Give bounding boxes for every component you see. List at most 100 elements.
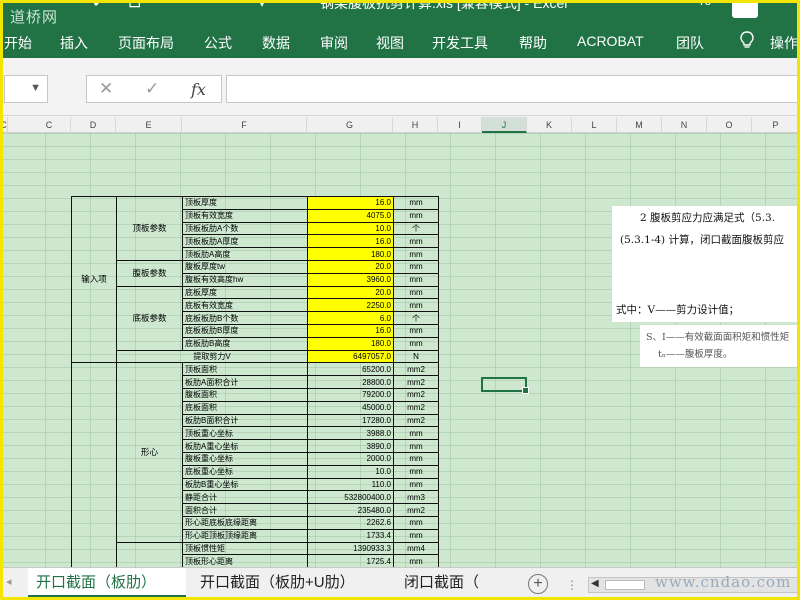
tab-developer[interactable]: 开发工具: [432, 33, 488, 53]
unit-cell[interactable]: mm2: [393, 413, 439, 428]
value-cell[interactable]: 1390933.3: [307, 541, 394, 556]
value-cell[interactable]: 16.0: [307, 234, 394, 249]
item-cell[interactable]: 静距合计: [182, 490, 308, 505]
column-header[interactable]: M: [617, 117, 662, 133]
unit-cell[interactable]: mm2: [393, 503, 439, 517]
item-cell[interactable]: 形心距顶板顶缘距离: [182, 528, 308, 543]
item-cell[interactable]: 腹板有效高度hw: [182, 272, 308, 287]
value-cell[interactable]: 1725.4: [307, 554, 394, 567]
tab-data[interactable]: 数据: [262, 33, 290, 53]
unit-cell[interactable]: mm4: [393, 541, 439, 556]
unit-cell[interactable]: mm2: [393, 387, 439, 402]
value-cell[interactable]: 10.0: [307, 221, 394, 236]
item-cell[interactable]: 顶板有效宽度: [182, 208, 308, 223]
column-header[interactable]: G: [307, 117, 393, 133]
unit-cell[interactable]: mm: [393, 336, 439, 351]
item-cell[interactable]: 底板厚度: [182, 285, 308, 300]
customize-quick-access-icon[interactable]: ▾: [258, 0, 266, 12]
tab-formulas[interactable]: 公式: [204, 33, 232, 53]
unit-cell[interactable]: mm: [393, 323, 439, 338]
tab-home[interactable]: 开始: [4, 33, 32, 53]
item-cell[interactable]: 顶板惯性矩: [182, 541, 308, 556]
unit-cell[interactable]: mm3: [393, 490, 439, 505]
item-cell[interactable]: 提取剪力V: [116, 349, 308, 364]
value-cell[interactable]: 10.0: [307, 464, 394, 479]
confirm-icon[interactable]: ✓: [145, 79, 159, 99]
group-bottom-plate[interactable]: 底板参数: [116, 285, 183, 351]
column-header[interactable]: F: [182, 117, 307, 133]
unit-cell[interactable]: mm2: [393, 400, 439, 415]
column-header[interactable]: E: [116, 117, 182, 133]
item-cell[interactable]: 顶板板肋A厚度: [182, 234, 308, 249]
unit-cell[interactable]: mm: [393, 272, 439, 287]
item-cell[interactable]: 板肋B面积合计: [182, 413, 308, 428]
item-cell[interactable]: 底板面积: [182, 400, 308, 415]
column-header[interactable]: H: [393, 117, 438, 133]
spec-image-formula[interactable]: 2 腹板剪应力应满足式（5.3. (5.3.1-4) 计算，闭口截面腹板剪应 式…: [612, 206, 800, 322]
user-name[interactable]: rc: [700, 0, 711, 8]
item-cell[interactable]: 顶板肋A高度: [182, 247, 308, 261]
item-cell[interactable]: 顶板面积: [182, 362, 308, 377]
value-cell[interactable]: 16.0: [307, 196, 394, 210]
column-header[interactable]: D: [71, 117, 116, 133]
value-cell[interactable]: 3960.0: [307, 272, 394, 287]
column-header[interactable]: I: [438, 117, 482, 133]
item-cell[interactable]: 底板板肋B厚度: [182, 323, 308, 338]
tab-view[interactable]: 视图: [376, 33, 404, 53]
unit-cell[interactable]: 个: [393, 311, 439, 325]
item-cell[interactable]: 面积合计: [182, 503, 308, 517]
column-header[interactable]: N: [662, 117, 707, 133]
value-cell[interactable]: 532800400.0: [307, 490, 394, 505]
value-cell[interactable]: 4075.0: [307, 208, 394, 223]
lightbulb-icon[interactable]: [740, 31, 754, 49]
unit-cell[interactable]: N: [393, 349, 439, 364]
unit-cell[interactable]: mm: [393, 515, 439, 530]
unit-cell[interactable]: mm2: [393, 375, 439, 389]
group-output[interactable]: [71, 362, 117, 567]
tab-acrobat[interactable]: ACROBAT: [577, 33, 644, 49]
group-web[interactable]: 腹板参数: [116, 259, 183, 287]
value-cell[interactable]: 20.0: [307, 285, 394, 300]
splitter-icon[interactable]: ⋮: [566, 578, 578, 592]
column-header[interactable]: K: [527, 117, 572, 133]
unit-cell[interactable]: mm: [393, 208, 439, 223]
sheet-tab-closed-section[interactable]: 闭口截面（: [396, 568, 518, 598]
item-cell[interactable]: 顶板厚度: [182, 196, 308, 210]
group-top-plate[interactable]: 顶板参数: [116, 196, 183, 261]
unit-cell[interactable]: 个: [393, 221, 439, 236]
value-cell[interactable]: 6.0: [307, 311, 394, 325]
column-header[interactable]: O: [707, 117, 752, 133]
group-centroid[interactable]: 形心: [116, 362, 183, 543]
item-cell[interactable]: 底板肋B高度: [182, 336, 308, 351]
column-header[interactable]: L: [572, 117, 617, 133]
preview-icon[interactable]: ⊡: [128, 0, 141, 12]
unit-cell[interactable]: mm2: [393, 362, 439, 377]
scroll-thumb[interactable]: [605, 580, 645, 590]
tab-review[interactable]: 审阅: [320, 33, 348, 53]
unit-cell[interactable]: mm: [393, 426, 439, 441]
unit-cell[interactable]: mm: [393, 234, 439, 249]
unit-cell[interactable]: mm: [393, 259, 439, 274]
avatar[interactable]: [732, 0, 758, 18]
item-cell[interactable]: 板肋A重心坐标: [182, 439, 308, 453]
item-cell[interactable]: 板肋A面积合计: [182, 375, 308, 389]
value-cell[interactable]: 180.0: [307, 247, 394, 261]
tab-help[interactable]: 帮助: [519, 33, 547, 53]
unit-cell[interactable]: mm: [393, 247, 439, 261]
scroll-left-icon[interactable]: ◀: [591, 578, 599, 589]
item-cell[interactable]: 腹板厚度tw: [182, 259, 308, 274]
value-cell[interactable]: 3988.0: [307, 426, 394, 441]
value-cell[interactable]: 2250.0: [307, 298, 394, 313]
value-cell[interactable]: 17280.0: [307, 413, 394, 428]
item-cell[interactable]: 腹板重心坐标: [182, 451, 308, 466]
item-cell[interactable]: 底板有效宽度: [182, 298, 308, 313]
sheet-tab-open-section-plate-u-rib[interactable]: 开口截面（板肋+U肋）: [192, 568, 388, 598]
unit-cell[interactable]: mm: [393, 451, 439, 466]
unit-cell[interactable]: mm: [393, 285, 439, 300]
column-header[interactable]: C: [28, 117, 71, 133]
item-cell[interactable]: 板肋B重心坐标: [182, 477, 308, 492]
unit-cell[interactable]: mm: [393, 439, 439, 453]
unit-cell[interactable]: mm: [393, 477, 439, 492]
sheet-tab-open-section-plate-rib[interactable]: 开口截面（板肋）: [28, 568, 186, 598]
unit-cell[interactable]: mm: [393, 196, 439, 210]
